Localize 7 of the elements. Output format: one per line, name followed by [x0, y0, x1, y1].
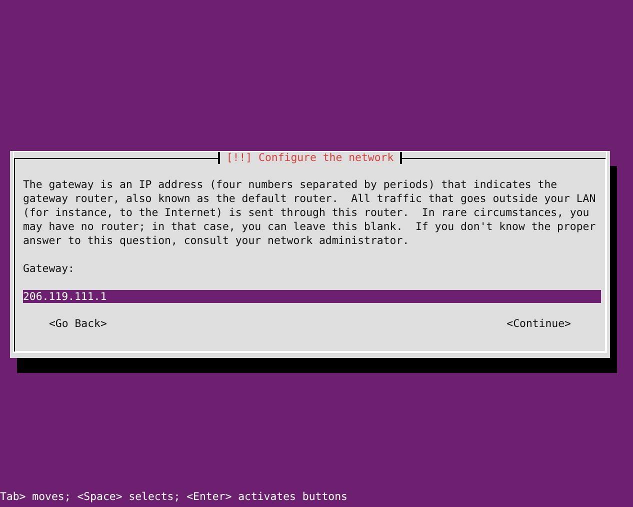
gateway-input[interactable]: 206.119.111.1 — [23, 290, 601, 303]
go-back-button[interactable]: <Go Back> — [49, 317, 107, 330]
description-text: The gateway is an IP address (four numbers separated by periods) that indicates the gateway router, also known as the default router. All traffic that goes outside your LAN (for instance, to the Internet) is sent through this router. In rare circumstances, you may have no router; in that case, you can leave this blank. If you don't know the proper answer to this question, consult your network administrator. — [23, 178, 597, 248]
key-hint-text: Tab> moves; <Space> selects; <Enter> activates buttons — [0, 490, 348, 503]
gateway-label: Gateway: — [23, 262, 76, 276]
continue-button[interactable]: <Continue> — [506, 317, 571, 330]
dialog-title: [!!] Configure the network — [218, 152, 402, 164]
